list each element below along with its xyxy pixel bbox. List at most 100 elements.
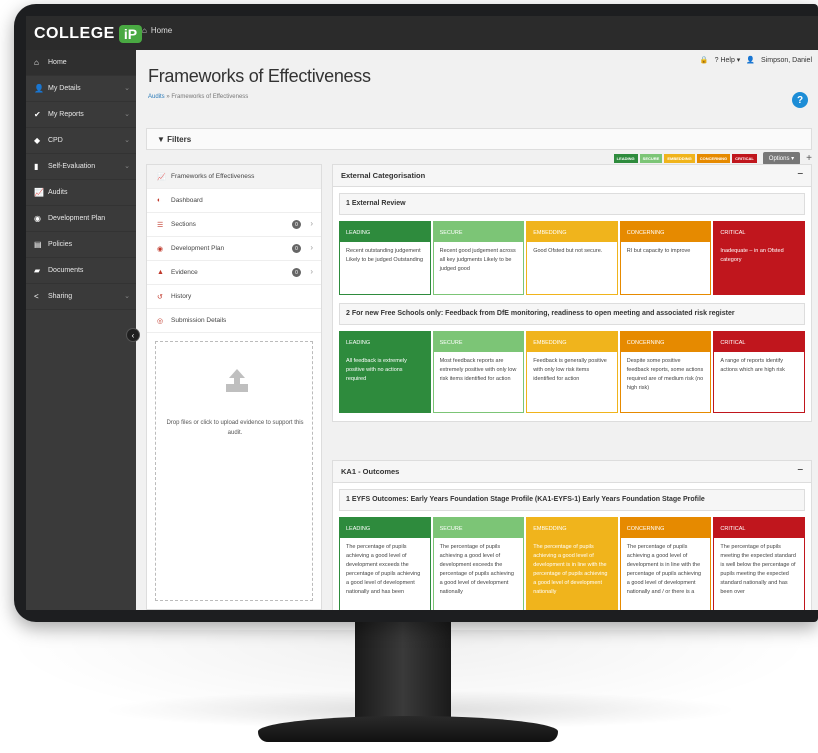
count-badge: 0 xyxy=(292,244,301,253)
legend-critical[interactable]: CRITICAL xyxy=(732,154,757,163)
sidebar: ⌂ Home 👤 My Details ⌄ ✔ My Reports ⌄ ◆ CPD ⌄ ▮ Self-… xyxy=(26,50,136,610)
rating-card-secure[interactable]: SECURE Recent good judgement across all k… xyxy=(432,221,525,295)
rating-card-text: Feedback is generally positive with only… xyxy=(533,358,607,382)
sidebar-item-policies[interactable]: ▤ Policies xyxy=(26,232,136,258)
upload-icon xyxy=(226,369,248,392)
help-menu[interactable]: ? Help ▾ xyxy=(715,56,741,64)
legend-leading[interactable]: LEADING xyxy=(613,154,638,163)
rating-card-level: LEADING xyxy=(340,332,430,352)
rating-card-level: CONCERNING xyxy=(620,222,711,242)
help-icon[interactable]: ? xyxy=(792,92,808,108)
subsection-title: 1 EYFS Outcomes: Early Years Foundation … xyxy=(339,489,805,511)
count-badge: 0 xyxy=(292,220,301,229)
dropzone-text: Drop files or click to upload evidence t… xyxy=(166,420,304,436)
sidebar-item-label: Audits xyxy=(48,189,68,196)
audit-nav-item-submission-details[interactable]: ◎ Submission Details xyxy=(147,309,321,333)
share-icon: < xyxy=(34,292,39,301)
rating-card-embedding[interactable]: EMBEDDING Feedback is generally positive … xyxy=(526,331,618,413)
rating-card-text: A range of reports identify actions whic… xyxy=(720,358,785,373)
sidebar-item-cpd[interactable]: ◆ CPD ⌄ xyxy=(26,128,136,154)
audit-nav-label: History xyxy=(171,293,192,300)
rating-card-leading[interactable]: LEADING The percentage of pupils achievin… xyxy=(339,517,431,610)
rating-card-text: The percentage of pupils achieving a goo… xyxy=(626,544,702,595)
sidebar-item-documents[interactable]: ▰ Documents xyxy=(26,258,136,284)
rating-card-level: LEADING xyxy=(340,222,430,242)
audit-nav-item-sections[interactable]: ☰ Sections 0 › xyxy=(147,213,321,237)
audit-nav-item-dashboard[interactable]: ◐ Dashboard xyxy=(147,189,321,213)
chart-icon: 📈 xyxy=(157,173,166,181)
rating-card-critical[interactable]: CRITICAL A range of reports identify acti… xyxy=(713,331,805,413)
rating-card-concerning[interactable]: CONCERNING Despite some positive feedback… xyxy=(619,331,712,413)
rating-card-critical[interactable]: CRITICAL The percentage of pupils meeting… xyxy=(713,517,805,610)
subsection-title: 2 For new Free Schools only: Feedback fr… xyxy=(339,303,805,325)
sidebar-item-self-evaluation[interactable]: ▮ Self-Evaluation ⌄ xyxy=(26,154,136,180)
help-menu-label: Help xyxy=(720,57,735,64)
sidebar-item-label: Policies xyxy=(48,241,73,248)
audit-nav-label: Sections xyxy=(171,221,196,228)
count-badge: 0 xyxy=(292,268,301,277)
main-content: 🔒 ? Help ▾ 👤 Simpson, Daniel Frameworks … xyxy=(136,50,818,610)
top-home-label: Home xyxy=(150,26,173,35)
rating-card-embedding[interactable]: EMBEDDING The percentage of pupils achiev… xyxy=(526,517,618,610)
legend-embedding[interactable]: EMBEDDING xyxy=(664,154,695,163)
rating-card-level: EMBEDDING xyxy=(527,518,617,538)
legend-secure[interactable]: SECURE xyxy=(639,154,663,163)
collapse-icon[interactable]: – xyxy=(797,464,803,475)
logo-badge: iP xyxy=(118,25,143,43)
audit-nav-item-evidence[interactable]: ▲ Evidence 0 › xyxy=(147,261,321,285)
filters-bar[interactable]: ▼ Filters xyxy=(146,128,812,150)
rating-card-text: All feedback is extremely positive with … xyxy=(346,358,407,382)
rating-card-concerning[interactable]: CONCERNING RI but capacity to improve xyxy=(619,221,712,295)
rating-card-text: The percentage of pupils achieving a goo… xyxy=(439,544,514,595)
page-title: Frameworks of Effectiveness xyxy=(148,66,371,86)
audit-nav-item-development-plan[interactable]: ◉ Development Plan 0 › xyxy=(147,237,321,261)
sidebar-item-my-details[interactable]: 👤 My Details ⌄ xyxy=(26,76,136,102)
section-panel: KA1 - Outcomes – 1 EYFS Outcomes: Early Ye… xyxy=(332,460,812,610)
upload-dropzone[interactable]: Drop files or click to upload evidence t… xyxy=(155,341,313,601)
audit-nav-label: Evidence xyxy=(171,269,198,276)
monitor-stand-base xyxy=(258,716,558,742)
sidebar-item-sharing[interactable]: < Sharing ⌄ xyxy=(26,284,136,310)
monitor-stand-neck xyxy=(355,612,451,722)
sidebar-item-development-plan[interactable]: ◉ Development Plan xyxy=(26,206,136,232)
sidebar-item-label: Self-Evaluation xyxy=(48,163,96,170)
chart-icon: 📈 xyxy=(34,188,44,197)
audit-nav-item-history[interactable]: ↺ History xyxy=(147,285,321,309)
logo[interactable]: COLLEGE iP xyxy=(34,22,143,46)
logo-text: COLLEGE xyxy=(34,25,115,42)
legend-concerning[interactable]: CONCERNING xyxy=(696,154,731,163)
sidebar-item-my-reports[interactable]: ✔ My Reports ⌄ xyxy=(26,102,136,128)
audit-nav-item-frameworks-of-effectiveness[interactable]: 📈 Frameworks of Effectiveness xyxy=(147,165,321,189)
check-icon: ✔ xyxy=(34,110,41,119)
chevron-down-icon: ⌄ xyxy=(124,293,130,300)
chevron-right-icon: › xyxy=(310,219,313,228)
rating-card-critical[interactable]: CRITICAL Inadequate – in an Ofsted catego… xyxy=(713,221,805,295)
rating-card-text: The percentage of pupils meeting the exp… xyxy=(720,544,796,595)
rating-card-concerning[interactable]: CONCERNING The percentage of pupils achie… xyxy=(619,517,712,610)
rating-card-text: Recent good judgement across all key jud… xyxy=(439,248,516,272)
sidebar-item-label: Home xyxy=(48,59,67,66)
list-icon: ☰ xyxy=(157,221,164,229)
collapse-icon[interactable]: – xyxy=(797,168,803,179)
rating-card-text: Good Ofsted but not secure. xyxy=(533,248,603,254)
top-home-link[interactable]: ⌂ Home xyxy=(142,26,172,35)
rating-card-secure[interactable]: SECURE Most feedback reports are extremel… xyxy=(432,331,525,413)
rating-card-text: The percentage of pupils achieving a goo… xyxy=(533,544,608,595)
breadcrumb-audits-link[interactable]: Audits xyxy=(148,94,165,100)
add-icon[interactable]: + xyxy=(806,153,812,164)
user-name[interactable]: Simpson, Daniel xyxy=(761,57,812,64)
lock-icon[interactable]: 🔒 xyxy=(700,56,709,64)
sidebar-item-home[interactable]: ⌂ Home xyxy=(26,50,136,76)
breadcrumb-current: » Frameworks of Effectiveness xyxy=(166,94,249,100)
section-header[interactable]: KA1 - Outcomes – xyxy=(333,461,811,483)
rating-card-leading[interactable]: LEADING Recent outstanding judgement Like… xyxy=(339,221,431,295)
subsection-title: 1 External Review xyxy=(339,193,805,215)
rating-card-embedding[interactable]: EMBEDDING Good Ofsted but not secure. xyxy=(526,221,618,295)
target-icon: ◉ xyxy=(34,214,41,223)
rating-card-secure[interactable]: SECURE The percentage of pupils achieving… xyxy=(432,517,525,610)
rating-card-leading[interactable]: LEADING All feedback is extremely positiv… xyxy=(339,331,431,413)
book-icon: ▮ xyxy=(34,162,39,171)
sidebar-item-audits[interactable]: 📈 Audits xyxy=(26,180,136,206)
section-header[interactable]: External Categorisation – xyxy=(333,165,811,187)
audit-nav-label: Dashboard xyxy=(171,197,203,204)
